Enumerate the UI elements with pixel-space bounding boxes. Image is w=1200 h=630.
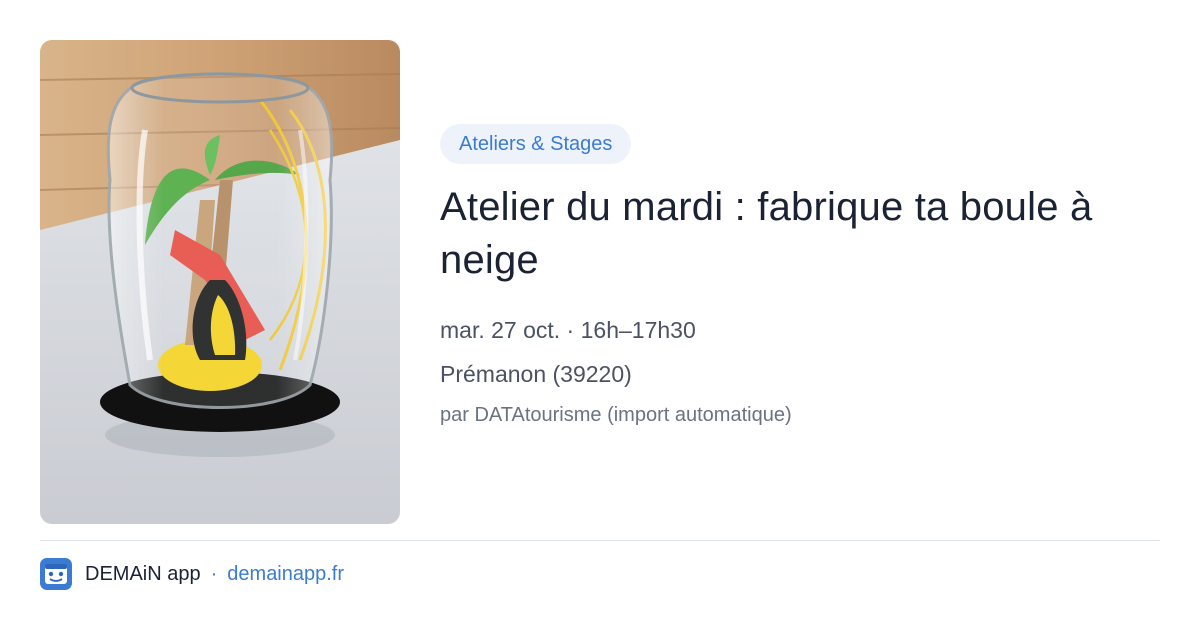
footer: DEMAiN app · demainapp.fr	[40, 558, 344, 590]
event-date: mar. 27 oct. · 16h–17h30	[440, 317, 696, 343]
app-name: DEMAiN app	[85, 562, 201, 585]
event-place: Prémanon (39220)	[440, 361, 632, 387]
category-badge[interactable]: Ateliers & Stages	[440, 124, 632, 164]
snow-globe-jar-photo	[40, 40, 400, 524]
event-details: Ateliers & Stages Atelier du mardi : fab…	[440, 124, 1160, 429]
event-image[interactable]	[40, 40, 400, 524]
demain-logo-icon	[40, 558, 72, 590]
site-link[interactable]: demainapp.fr	[227, 563, 344, 586]
divider	[40, 540, 1160, 541]
event-title[interactable]: Atelier du mardi : fabrique ta boule à n…	[440, 181, 1160, 287]
event-source: par DATAtourisme (import automatique)	[440, 404, 792, 426]
footer-separator: ·	[210, 562, 218, 585]
